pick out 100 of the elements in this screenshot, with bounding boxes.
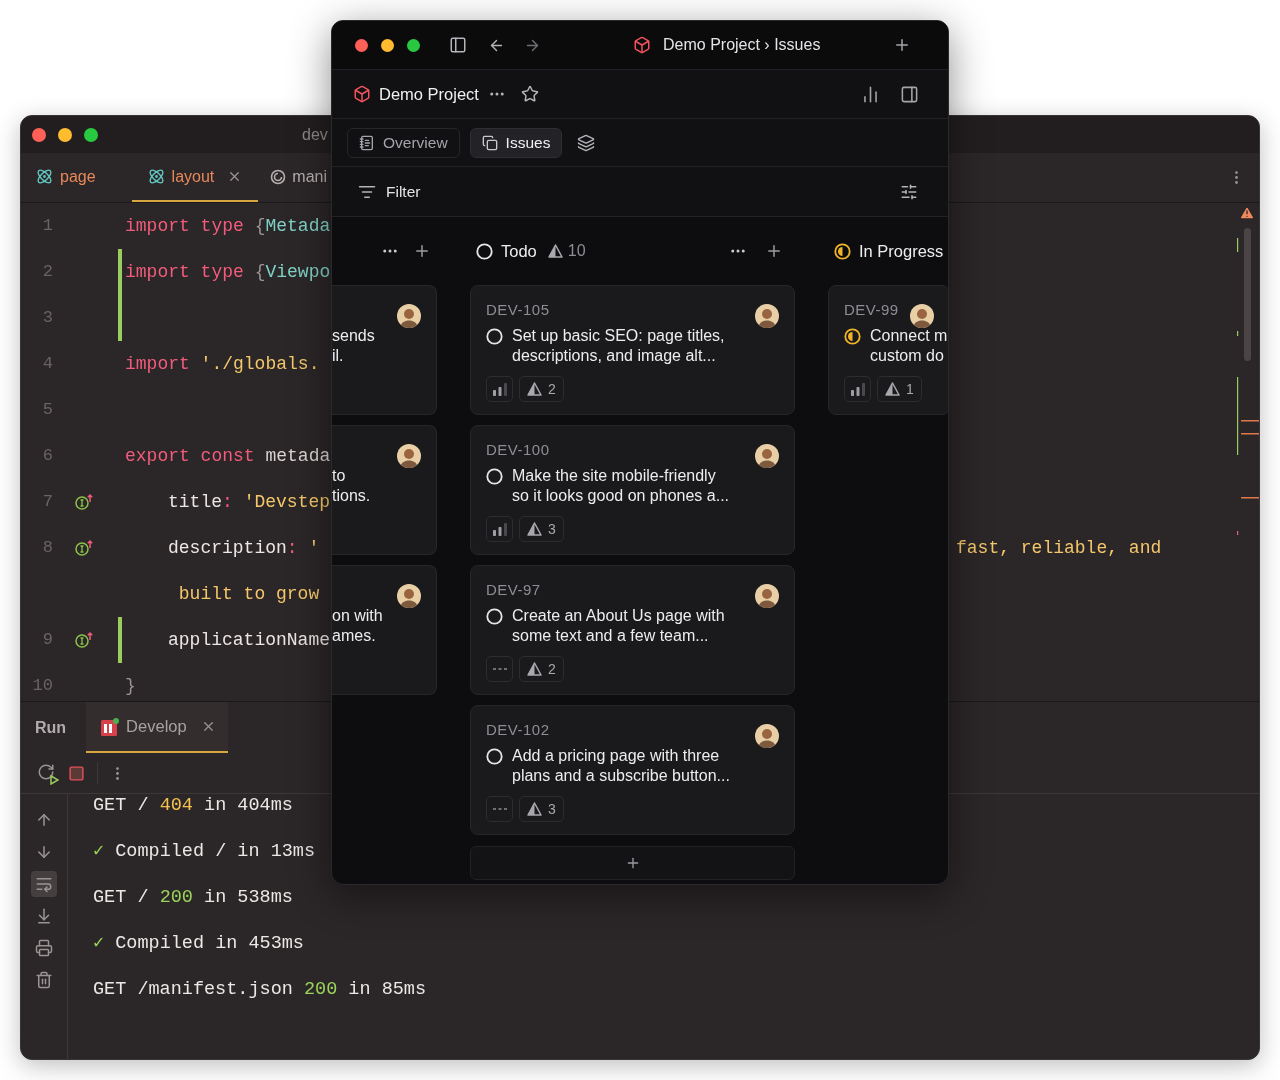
trash-icon <box>35 971 53 989</box>
issue-title: so it looks good on phones a... <box>512 486 730 506</box>
panel-title: Run <box>35 717 67 738</box>
panel-toggle-icon[interactable] <box>900 84 919 104</box>
line-number: 6 <box>42 446 53 466</box>
issue-title: Make the site mobile-friendly <box>512 466 717 486</box>
priority-button[interactable] <box>486 516 513 542</box>
editor-tab[interactable]: mani <box>258 153 327 202</box>
in-progress-status-icon[interactable] <box>844 328 861 345</box>
avatar <box>755 724 779 748</box>
implements-marker-icon[interactable] <box>75 539 95 557</box>
issue-card[interactable]: on with ames. <box>332 565 437 695</box>
filter-button[interactable]: Filter <box>386 179 421 204</box>
code-line: fast, reliable, and <box>956 536 1162 560</box>
triangle-icon <box>527 382 542 396</box>
code-line: import type {Viewpo <box>125 261 331 282</box>
issue-title: il. <box>332 346 345 366</box>
code-line: title: 'Devstep <box>168 491 331 512</box>
line-number: 3 <box>42 308 53 328</box>
issue-title: descriptions, and image alt... <box>512 346 717 366</box>
triangle-icon <box>547 244 563 258</box>
estimate-button[interactable]: 3 <box>519 796 564 822</box>
issue-card[interactable]: DEV-102 Add a pricing page with three plans and a subscribe button... 3 <box>470 705 795 835</box>
code-line: description: ' <box>168 537 320 558</box>
view-tab[interactable]: Overview <box>347 127 460 158</box>
triangle-icon <box>527 522 542 536</box>
warning-icon[interactable] <box>1239 205 1255 221</box>
zoom-button[interactable] <box>407 38 420 52</box>
line-number: 4 <box>42 354 53 374</box>
editor-tab[interactable]: layout <box>131 153 259 202</box>
issue-card[interactable]: to tions. <box>332 425 437 555</box>
breadcrumb: Demo Project › Issues <box>663 35 821 55</box>
avatar <box>755 444 779 468</box>
estimate-button[interactable]: 1 <box>877 376 922 402</box>
layers-icon[interactable] <box>577 133 596 152</box>
avatar <box>910 304 934 328</box>
run-tab[interactable]: Develop <box>86 702 228 753</box>
code-line: built to grow <box>177 583 320 604</box>
estimate-button[interactable]: 2 <box>519 656 564 682</box>
add-icon[interactable] <box>765 242 783 260</box>
bar-chart-icon[interactable] <box>861 84 880 104</box>
run-config-icon <box>100 716 121 737</box>
column-title: In Progress <box>859 240 944 262</box>
issue-title: to <box>332 466 347 486</box>
code-line: export const metada <box>125 445 331 466</box>
issue-count: 10 <box>567 241 586 261</box>
todo-status-icon[interactable] <box>486 608 503 625</box>
avatar <box>397 584 421 608</box>
issue-card[interactable]: DEV-99 Connect m custom do 1 <box>828 285 948 415</box>
priority-button[interactable] <box>844 376 871 402</box>
line-number: 8 <box>42 538 53 558</box>
implements-marker-icon[interactable] <box>75 631 95 649</box>
issue-card[interactable]: sends il. <box>332 285 437 415</box>
minimize-button[interactable] <box>58 127 72 142</box>
sidebar-toggle-icon[interactable] <box>449 36 467 54</box>
issue-title: ames. <box>332 626 377 646</box>
issue-title: custom do <box>870 346 945 366</box>
close-button[interactable] <box>32 127 46 142</box>
triangle-icon <box>527 802 542 816</box>
todo-status-icon[interactable] <box>486 748 503 765</box>
arrow-down-icon <box>35 843 53 861</box>
priority-button[interactable] <box>486 376 513 402</box>
minimize-button[interactable] <box>381 38 394 52</box>
display-options-icon[interactable] <box>900 182 918 201</box>
todo-status-icon[interactable] <box>486 468 503 485</box>
code-line: import './globals. <box>125 353 320 374</box>
estimate-button[interactable]: 2 <box>519 376 564 402</box>
add-icon[interactable] <box>413 242 431 260</box>
issue-id: DEV-102 <box>486 720 550 740</box>
in-progress-status-icon[interactable] <box>834 242 851 260</box>
no-priority-button[interactable] <box>486 656 513 682</box>
star-icon[interactable] <box>520 85 539 103</box>
zoom-button[interactable] <box>84 127 98 142</box>
issue-id: DEV-105 <box>486 300 550 320</box>
cube-icon <box>353 85 371 103</box>
todo-status-icon[interactable] <box>486 328 503 345</box>
close-button[interactable] <box>355 38 368 52</box>
triangle-icon <box>885 382 900 396</box>
implements-marker-icon[interactable] <box>75 493 95 511</box>
stop-icon[interactable] <box>68 764 85 782</box>
log-tool-button[interactable] <box>31 871 57 897</box>
issue-card[interactable]: DEV-100 Make the site mobile-friendly so it looks good on phones a... 3 <box>470 425 795 555</box>
no-priority-button[interactable] <box>486 796 513 822</box>
issue-card[interactable]: DEV-105 Set up basic SEO: page titles, descriptions, and image alt... 2 <box>470 285 795 415</box>
log-line: GET / 200 in 538ms <box>93 886 293 911</box>
new-tab-icon[interactable] <box>893 36 911 54</box>
react-icon <box>36 168 53 185</box>
dashes-icon <box>492 808 507 810</box>
soft-wrap-icon <box>35 875 53 893</box>
estimate-button[interactable]: 3 <box>519 516 564 542</box>
view-tab[interactable]: Issues <box>469 127 563 158</box>
code-line: import type {Metada <box>125 215 331 236</box>
editor-tab[interactable]: page <box>21 153 132 202</box>
issue-title: tions. <box>332 486 371 506</box>
issue-title: plans and a subscribe button... <box>512 766 730 786</box>
issue-card[interactable]: DEV-97 Create an About Us page with some text and a few team... 2 <box>470 565 795 695</box>
cube-icon <box>633 36 651 54</box>
code-line: } <box>125 675 136 696</box>
todo-status-icon[interactable] <box>476 242 493 260</box>
rerun-icon[interactable] <box>37 763 57 783</box>
